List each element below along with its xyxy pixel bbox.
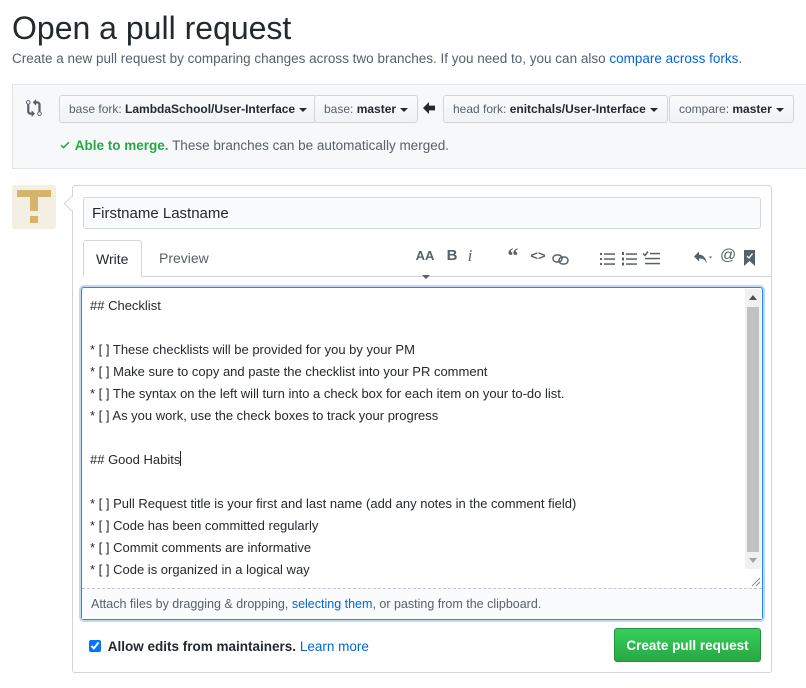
compare-value: master [732, 102, 772, 116]
compare-branch-select[interactable]: compare: master [669, 95, 794, 123]
chevron-down-icon [400, 107, 409, 112]
merge-detail-text: These branches can be automatically merg… [172, 138, 449, 153]
merge-ok-text: Able to merge. [74, 138, 169, 153]
page-subtitle: Create a new pull request by comparing c… [12, 51, 742, 66]
reply-icon[interactable] [693, 248, 715, 268]
compare-label: compare: [679, 102, 730, 116]
code-tool[interactable]: <> [529, 246, 547, 266]
body-line: * [ ] Commit comments are informative [90, 540, 312, 555]
learn-more-link[interactable]: Learn more [300, 639, 369, 654]
resize-grip-icon[interactable] [749, 575, 761, 587]
body-line: ​ [90, 471, 740, 493]
subtitle-text: Create a new pull request by comparing c… [12, 51, 606, 66]
body-line: ​ [90, 427, 740, 449]
body-line: * [ ] Make sure to copy and paste the ch… [90, 364, 488, 379]
create-pull-request-button[interactable]: Create pull request [614, 628, 761, 662]
quote-tool[interactable]: “ [505, 245, 521, 267]
body-line: * [ ] The syntax on the left will turn i… [90, 386, 565, 401]
chevron-down-icon [649, 107, 658, 112]
allow-edits-option[interactable]: Allow edits from maintainers. Learn more [89, 639, 369, 654]
bold-tool[interactable]: B [445, 246, 459, 266]
mention-tool[interactable]: @ [720, 246, 736, 266]
comment-body: ## Checklist ​ * [ ] These checklists will… [90, 295, 740, 581]
italic-tool[interactable]: i [464, 246, 476, 266]
title-input[interactable] [83, 197, 761, 229]
base-branch-select[interactable]: base: master [314, 95, 419, 123]
scroll-thumb[interactable] [747, 307, 759, 552]
tab-write[interactable]: Write [83, 240, 142, 277]
unordered-list-icon[interactable] [600, 249, 615, 269]
body-line: * [ ] Code has been committed regularly [90, 518, 319, 533]
avatar[interactable] [12, 185, 56, 229]
body-line: * [ ] These checklists will be provided … [90, 342, 415, 357]
allow-edits-label: Allow edits from maintainers. [107, 639, 297, 654]
merge-status: Able to merge. These branches can be aut… [59, 138, 449, 153]
base-fork-value: LambdaSchool/User-Interface [125, 102, 296, 116]
scroll-down-icon[interactable] [749, 558, 757, 563]
tab-preview[interactable]: Preview [147, 240, 221, 277]
base-fork-label: base fork: [69, 102, 122, 116]
page-title: Open a pull request [12, 10, 292, 46]
selecting-them-link[interactable]: selecting them [292, 597, 373, 611]
attach-prefix: Attach files by dragging & dropping, [91, 597, 292, 611]
link-icon[interactable] [552, 249, 569, 269]
chevron-down-icon [299, 107, 308, 112]
base-value: master [356, 102, 397, 116]
bookmark-icon[interactable] [744, 248, 755, 268]
head-fork-value: enitchals/User-Interface [509, 102, 646, 116]
subtitle-end: . [738, 51, 743, 66]
compare-icon [26, 99, 42, 117]
body-line: * [ ] As you work, use the check boxes t… [90, 408, 439, 423]
check-icon [60, 141, 70, 149]
head-fork-select[interactable]: head fork: enitchals/User-Interface [443, 95, 668, 123]
header-tool-label: AA [415, 248, 435, 263]
identicon [17, 190, 51, 223]
chevron-down-icon [422, 274, 430, 279]
comment-textarea[interactable]: ## Checklist ​ * [ ] These checklists will… [81, 287, 763, 620]
arrow-left-icon [423, 102, 435, 114]
head-fork-label: head fork: [453, 102, 507, 116]
attach-files-bar[interactable]: Attach files by dragging & dropping, sel… [82, 588, 762, 619]
body-line: ## Good Habits [90, 451, 182, 467]
base-label: base: [324, 102, 354, 116]
header-tool[interactable]: AA [411, 246, 439, 279]
allow-edits-checkbox[interactable] [89, 640, 101, 652]
scroll-up-icon[interactable] [749, 295, 757, 300]
text-cursor [180, 451, 182, 466]
compare-bar: base fork: LambdaSchool/User-Interface b… [12, 84, 806, 169]
body-line: * [ ] Code is organized in a logical way [90, 562, 310, 577]
task-list-icon[interactable] [643, 248, 660, 268]
compare-across-forks-link[interactable]: compare across forks [609, 51, 738, 66]
base-fork-select[interactable]: base fork: LambdaSchool/User-Interface [59, 95, 318, 123]
chevron-down-icon [775, 107, 784, 112]
body-line: ## Checklist [90, 298, 161, 313]
scrollbar[interactable] [745, 289, 761, 569]
ordered-list-icon[interactable] [622, 249, 637, 269]
body-line: * [ ] Pull Request title is your first a… [90, 496, 577, 511]
attach-suffix: , or pasting from the clipboard. [372, 597, 542, 611]
body-line: ​ [90, 317, 740, 339]
